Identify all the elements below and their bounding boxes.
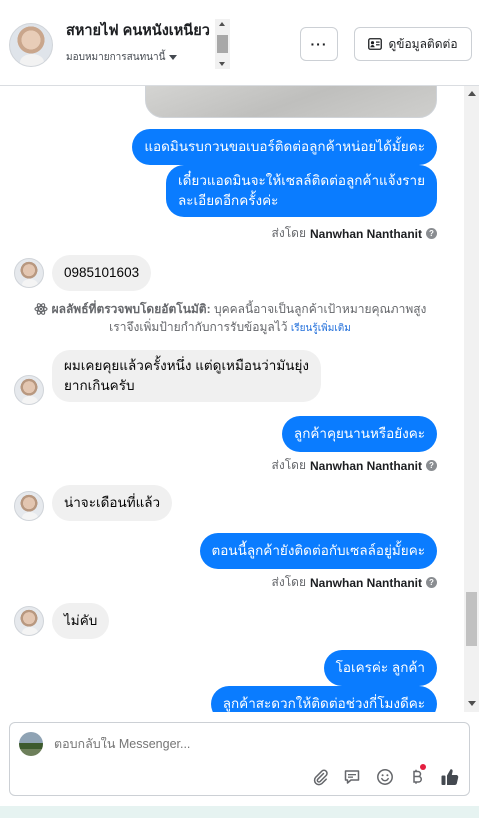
message-text-line: ยากเกินครับ [64, 378, 135, 393]
more-icon: ··· [310, 36, 328, 52]
sent-by-prefix: ส่งโดย [271, 575, 306, 589]
conversation-header: สหายไฟ คนหนังเหนียว มอบหมายการสนทนานี้ ·… [0, 0, 479, 86]
contact-name-area: สหายไฟ คนหนังเหนียว มอบหมายการสนทนานี้ [66, 20, 216, 68]
message-bubble-outgoing[interactable]: เดี๋ยวแอดมินจะให้เซลล์ติดต่อลูกค้าแจ้งรา… [166, 165, 437, 217]
view-contact-info-button[interactable]: ดูข้อมูลติดต่อ [354, 27, 472, 61]
paperclip-icon [313, 769, 328, 786]
sent-by-prefix: ส่งโดย [271, 458, 306, 472]
message-text-line: ละเอียดอีกครั้งค่ะ [178, 193, 279, 208]
image-message[interactable] [145, 86, 437, 118]
attach-button[interactable] [310, 767, 330, 787]
contact-avatar-small [14, 258, 44, 288]
contact-avatar-small [14, 606, 44, 636]
scroll-up-arrow-icon[interactable] [219, 22, 225, 26]
thread-scrollbar[interactable] [464, 86, 479, 712]
payment-button[interactable] [407, 764, 427, 787]
scroll-thumb[interactable] [466, 592, 477, 646]
message-text: ลูกค้าสะดวกให้ติดต่อช่วงกี่โมงดีคะ [222, 696, 425, 711]
scroll-up-arrow-icon[interactable] [468, 91, 476, 96]
bottom-strip [0, 806, 479, 818]
assign-label: มอบหมายการสนทนานี้ [66, 52, 166, 63]
like-icon [441, 769, 459, 785]
saved-replies-button[interactable] [342, 767, 362, 787]
message-bubble-outgoing[interactable]: แอดมินรบกวนขอเบอร์ติดต่อลูกค้าหน่อยได้มั… [132, 129, 437, 165]
message-bubble-incoming[interactable]: ผมเคยคุยแล้วครั้งหนึ่ง แต่ดูเหมือนว่ามัน… [52, 350, 321, 402]
sent-by-label: ส่งโดย Nanwhan Nanthanit ? [272, 573, 437, 592]
notification-dot [420, 764, 426, 770]
view-contact-info-label: ดูข้อมูลติดต่อ [388, 36, 458, 51]
reply-composer[interactable] [9, 722, 470, 796]
message-bubble-outgoing[interactable]: ตอนนี้ลูกค้ายังติดต่อกับเซลล์อยู่มั้ยคะ [199, 533, 437, 569]
message-bubble-outgoing[interactable]: ลูกค้าสะดวกให้ติดต่อช่วงกี่โมงดีคะ [210, 686, 437, 712]
scroll-down-arrow-icon[interactable] [219, 62, 225, 66]
sent-by-label: ส่งโดย Nanwhan Nanthanit ? [272, 224, 437, 243]
message-text-line: ผมเคยคุยแล้วครั้งหนึ่ง แต่ดูเหมือนว่ามัน… [64, 358, 309, 373]
help-icon[interactable]: ? [426, 577, 437, 588]
contact-name[interactable]: สหายไฟ คนหนังเหนียว [66, 20, 216, 42]
contact-avatar-small [14, 375, 44, 405]
contact-avatar-small [14, 491, 44, 521]
message-text: น่าจะเดือนที่แล้ว [64, 495, 161, 510]
emoji-icon [377, 769, 393, 785]
caret-down-icon [169, 55, 178, 60]
message-bubble-outgoing[interactable]: ลูกค้าคุยนานหรือยังคะ [281, 416, 437, 452]
assign-conversation-dropdown[interactable]: มอบหมายการสนทนานี้ [66, 50, 216, 65]
auto-detect-body-2: เราจึงเพิ่มป้ายกำกับการรับข้อมูลไว้ [109, 320, 288, 334]
more-options-button[interactable]: ··· [300, 27, 338, 61]
message-bubble-incoming[interactable]: ไม่คับ [52, 603, 110, 639]
sender-name: Nanwhan Nanthanit [309, 458, 422, 473]
message-text: ตอนนี้ลูกค้ายังติดต่อกับเซลล์อยู่มั้ยคะ [211, 543, 425, 558]
page-avatar [19, 732, 43, 756]
message-text-line: เดี๋ยวแอดมินจะให้เซลล์ติดต่อลูกค้าแจ้งรา… [178, 173, 425, 188]
help-icon[interactable]: ? [426, 228, 437, 239]
name-scrollbar[interactable] [215, 19, 230, 69]
message-thread[interactable]: แอดมินรบกวนขอเบอร์ติดต่อลูกค้าหน่อยได้มั… [0, 86, 479, 712]
sender-name: Nanwhan Nanthanit [309, 575, 422, 590]
emoji-button[interactable] [375, 767, 395, 787]
scroll-thumb[interactable] [217, 35, 228, 53]
auto-detect-notice: ผลลัพธ์ที่ตรวจพบโดยอัตโนมัติ: บุคคลนี้อา… [20, 300, 440, 338]
reply-input[interactable] [54, 737, 354, 751]
message-text: แอดมินรบกวนขอเบอร์ติดต่อลูกค้าหน่อยได้มั… [144, 139, 425, 154]
payment-icon [413, 769, 422, 784]
message-bubble-incoming[interactable]: 0985101603 [52, 255, 152, 291]
atom-icon [34, 303, 48, 315]
like-button[interactable] [440, 767, 460, 787]
auto-detect-body: บุคคลนี้อาจเป็นลูกค้าเป้าหมายคุณภาพสูง [213, 302, 427, 316]
sent-by-prefix: ส่งโดย [271, 226, 306, 240]
message-text: ไม่คับ [64, 613, 98, 628]
learn-more-link[interactable]: เรียนรู้เพิ่มเติม [291, 323, 351, 334]
message-bubble-outgoing[interactable]: โอเครค่ะ ลูกค้า [323, 650, 437, 686]
saved-reply-icon [344, 770, 360, 784]
sent-by-label: ส่งโดย Nanwhan Nanthanit ? [272, 456, 437, 475]
message-text: ลูกค้าคุยนานหรือยังคะ [293, 426, 425, 441]
contact-avatar[interactable] [9, 23, 53, 67]
scroll-down-arrow-icon[interactable] [468, 701, 476, 706]
auto-detect-title: ผลลัพธ์ที่ตรวจพบโดยอัตโนมัติ: [51, 302, 211, 316]
message-text: โอเครค่ะ ลูกค้า [335, 660, 425, 675]
sender-name: Nanwhan Nanthanit [309, 226, 422, 241]
contact-card-icon [368, 38, 383, 50]
message-bubble-incoming[interactable]: น่าจะเดือนที่แล้ว [52, 485, 173, 521]
help-icon[interactable]: ? [426, 460, 437, 471]
message-text: 0985101603 [64, 265, 140, 280]
